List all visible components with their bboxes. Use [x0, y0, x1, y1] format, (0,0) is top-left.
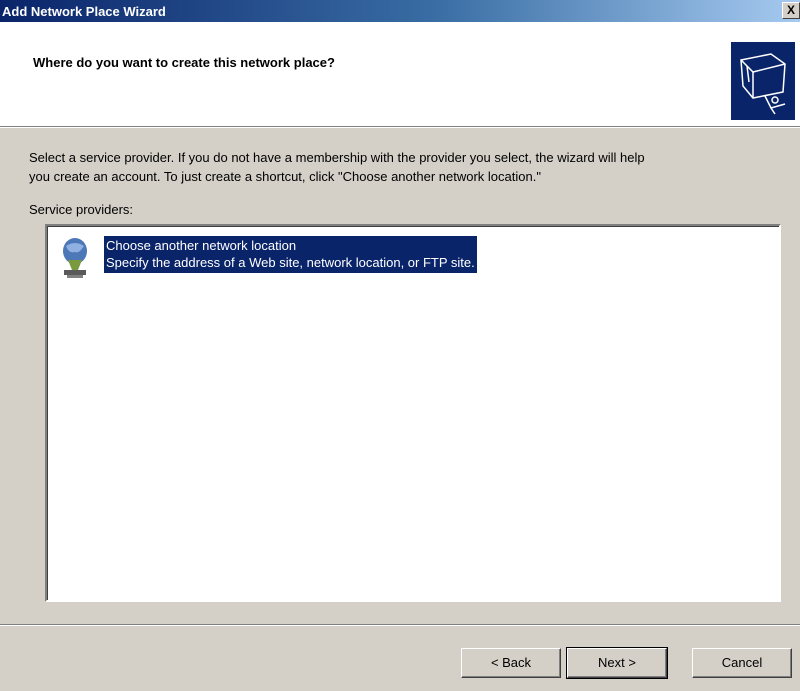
- network-folder-icon: [731, 42, 795, 120]
- next-button[interactable]: Next >: [566, 647, 668, 679]
- wizard-header: Where do you want to create this network…: [0, 22, 800, 126]
- instructions: Select a service provider. If you do not…: [29, 148, 789, 186]
- instructions-line-2: you create an account. To just create a …: [29, 169, 541, 184]
- cancel-button[interactable]: Cancel: [692, 648, 792, 678]
- network-location-icon: [57, 234, 93, 282]
- instructions-line-1: Select a service provider. If you do not…: [29, 150, 645, 165]
- list-item-subtitle: Specify the address of a Web site, netwo…: [106, 255, 475, 270]
- service-providers-label: Service providers:: [29, 202, 134, 217]
- page-title: Where do you want to create this network…: [33, 55, 335, 70]
- window-title: Add Network Place Wizard: [2, 4, 166, 19]
- footer-separator: [0, 624, 800, 626]
- list-item-choose-another-network-location[interactable]: Choose another network location Specify …: [57, 234, 777, 284]
- header-separator: [0, 126, 800, 128]
- back-button[interactable]: < Back: [461, 648, 561, 678]
- service-providers-list[interactable]: Choose another network location Specify …: [45, 224, 781, 602]
- title-bar: Add Network Place Wizard X: [0, 0, 800, 22]
- close-button[interactable]: X: [782, 2, 800, 19]
- list-item-title: Choose another network location: [106, 238, 297, 253]
- list-item-text: Choose another network location Specify …: [104, 236, 477, 273]
